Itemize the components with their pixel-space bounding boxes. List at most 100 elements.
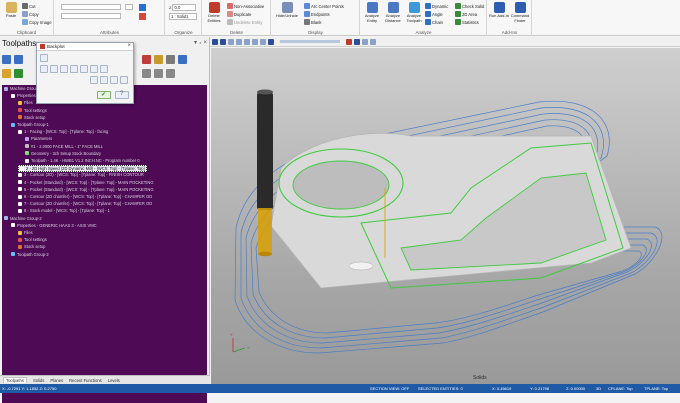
collapse-icon[interactable] <box>154 69 163 78</box>
tplane-status[interactable]: TPLANE: Top <box>644 386 668 391</box>
toggle-path-icon[interactable] <box>346 38 352 45</box>
section-view-status[interactable]: SECTION VIEW: OFF <box>370 386 409 391</box>
area-2d-button[interactable]: 2D Area <box>455 11 477 17</box>
rewind-icon[interactable] <box>236 38 242 45</box>
tree-item[interactable]: 6 - Contour (2D chamfer) - [WCS: Top] - … <box>18 194 152 199</box>
path-icon[interactable] <box>40 65 48 73</box>
chain-button[interactable]: Chain <box>425 19 443 25</box>
run-addin-button[interactable]: Run Add-In <box>489 2 509 19</box>
angle-button[interactable]: Angle <box>425 11 443 17</box>
tab-solids[interactable]: Solids <box>33 378 44 383</box>
more-icon[interactable] <box>166 69 175 78</box>
select-failed-icon[interactable] <box>14 55 23 64</box>
tree-item[interactable]: Geometry - 3ch Setup Stock Boundary <box>25 151 101 156</box>
dynamic-button[interactable]: Dynamic <box>425 3 448 9</box>
progress-slider[interactable] <box>280 40 340 43</box>
stop-icon[interactable] <box>220 38 226 45</box>
statistics-button[interactable]: Statistics <box>455 19 479 25</box>
tab-levels[interactable]: Levels <box>108 378 120 383</box>
tab-toolpaths[interactable]: Toolpaths <box>3 377 27 383</box>
line-style-select[interactable] <box>61 4 121 10</box>
cplane-status[interactable]: CPLANE: Top <box>608 386 633 391</box>
tree-item[interactable]: 5 - Pocket (Standard) - [WCS: Top] - [Tp… <box>18 187 154 192</box>
analyze-entity-button[interactable]: Analyze Entity <box>362 2 382 23</box>
z-depth-field[interactable]: Z 0.0 <box>169 4 197 11</box>
copy-image-button[interactable]: Copy Image <box>22 19 52 25</box>
lock-icon[interactable] <box>154 55 163 64</box>
panel-controls[interactable]: ▾ ₊ × <box>194 39 207 46</box>
graphics-viewport[interactable]: X Y Solids <box>211 48 680 384</box>
holder-icon[interactable] <box>60 65 68 73</box>
tree-item[interactable]: Tool settings <box>18 237 47 242</box>
step-back-icon[interactable] <box>228 38 234 45</box>
endpoint-icon[interactable] <box>80 65 88 73</box>
delete-operations-icon[interactable] <box>142 55 151 64</box>
tree-item[interactable]: Toolpath - 1.4K - HWB1 V1.2 INCH.NC - Pr… <box>25 158 140 163</box>
help-button[interactable]: ? <box>115 91 129 99</box>
post-icon[interactable] <box>166 55 175 64</box>
tree-item[interactable]: 8 - Stock model - [WCS: Top] - [Tplane: … <box>18 208 110 213</box>
close-icon[interactable]: × <box>127 43 131 49</box>
settings-icon[interactable] <box>370 38 376 45</box>
rapid-icon[interactable] <box>70 65 78 73</box>
line-width-select[interactable] <box>61 13 121 19</box>
tree-item[interactable]: 7 - Contour (2D chamfer) - [WCS: Top] - … <box>18 201 152 206</box>
mode-3d[interactable]: 3D <box>596 386 601 391</box>
tree-item-selected[interactable]: 2 - 2D High Speed (2D Dynamic Mill) - [W… <box>18 165 147 173</box>
point-style-select[interactable] <box>125 4 133 10</box>
fast-forward-icon[interactable] <box>244 38 250 45</box>
analyze-distance-button[interactable]: Analyze Distance <box>383 2 403 23</box>
check-icon[interactable] <box>90 76 98 84</box>
tree-item[interactable]: Machine Group-2 <box>4 216 42 221</box>
tree-item[interactable]: 1 - Facing - [WCS: Top] - [Tplane: Top] … <box>18 129 108 134</box>
tree-item[interactable]: Toolpath Group-2 <box>11 252 49 257</box>
clear-color-icon[interactable] <box>139 13 146 20</box>
tree-item[interactable]: Stock setup <box>18 244 45 249</box>
blank-button[interactable]: Blank <box>304 19 321 25</box>
tree-item[interactable]: Toolpath Group-1 <box>11 122 49 127</box>
non-associative-button[interactable]: Non-Associative <box>227 3 264 9</box>
tool-icon[interactable] <box>50 65 58 73</box>
save-icon[interactable] <box>100 76 108 84</box>
tree-item[interactable]: #1 - 2.0000 FACE MILL - 1" FACE MILL <box>25 144 103 149</box>
speed-icon[interactable] <box>268 38 274 45</box>
tree-item[interactable]: Parameters <box>25 136 52 141</box>
tree-item[interactable]: Stock setup <box>18 115 45 120</box>
paste-button[interactable]: Paste <box>1 2 21 19</box>
analyze-toolpath-button[interactable]: Analyze Toolpath <box>404 2 424 23</box>
duplicate-button[interactable]: Duplicate <box>227 11 251 17</box>
blue-arrow-icon[interactable] <box>40 54 48 62</box>
tree-item[interactable]: 4 - Pocket (Standard) - [WCS: Top] - [Tp… <box>18 180 154 185</box>
select-all-icon[interactable] <box>2 55 11 64</box>
undelete-button[interactable]: Undelete Entity <box>227 19 262 25</box>
hide-unhide-button[interactable]: Hide/Unhide <box>274 2 300 19</box>
help-icon[interactable] <box>178 55 187 64</box>
display-icon[interactable] <box>362 38 368 45</box>
step-forward-icon[interactable] <box>252 38 258 45</box>
tree-item[interactable]: Tool settings <box>18 108 47 113</box>
cut-button[interactable]: Cut <box>22 3 36 9</box>
expand-icon[interactable] <box>142 69 151 78</box>
level-select[interactable]: 1 : Solid1 <box>169 13 197 20</box>
tree-item[interactable]: 3 - Contour (2D) - [WCS: Top] - [Tplane:… <box>18 172 144 177</box>
arc-center-points-button[interactable]: Arc Center Points <box>304 3 344 9</box>
export-icon[interactable] <box>120 76 128 84</box>
play-icon[interactable] <box>212 38 218 45</box>
print-icon[interactable] <box>110 76 118 84</box>
tree-item[interactable]: Files <box>18 100 33 105</box>
copy-button[interactable]: Copy <box>22 11 39 17</box>
tree-item[interactable]: Properties - GENERIC HAAS 3 - AXIS VMC <box>11 223 97 228</box>
check-solid-button[interactable]: Check Solid <box>455 3 484 9</box>
command-finder-button[interactable]: Command Finder <box>510 2 530 23</box>
color-icon[interactable] <box>139 4 146 11</box>
endpoints-button[interactable]: Endpoints <box>304 11 330 17</box>
tree-item[interactable]: Files <box>18 230 33 235</box>
verify-icon[interactable] <box>14 69 23 78</box>
skip-end-icon[interactable] <box>260 38 266 45</box>
options-icon[interactable] <box>354 38 360 45</box>
quick-verify-icon[interactable] <box>90 65 98 73</box>
info-icon[interactable] <box>100 65 108 73</box>
ok-button[interactable]: ✔ <box>97 91 111 99</box>
tab-planes[interactable]: Planes <box>50 378 63 383</box>
tab-recent-functions[interactable]: Recent Functions <box>69 378 102 383</box>
